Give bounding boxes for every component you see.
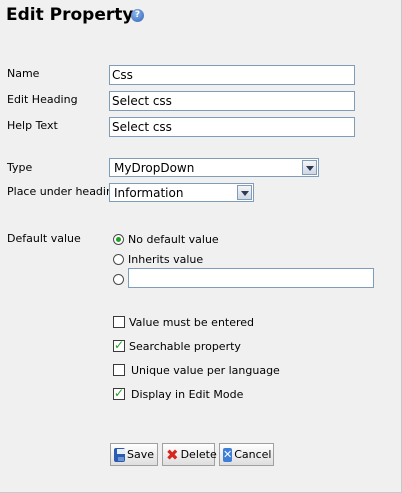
help-text-input[interactable]: Select css [109,117,355,137]
type-select-value: MyDropDown [114,161,195,175]
checkbox-searchable-label: Searchable property [129,340,241,353]
edit-heading-input[interactable]: Select css [109,91,355,111]
checkbox-display-edit-mode[interactable] [113,386,125,400]
edit-heading-label: Edit Heading [7,93,78,106]
cancel-button-label: Cancel [234,448,272,461]
help-icon[interactable]: ? [131,9,144,22]
radio-no-default-label: No default value [128,233,219,246]
radio-no-default[interactable] [113,234,124,245]
checkbox-unique-per-language-label: Unique value per language [131,364,280,377]
place-under-heading-select[interactable]: Information [109,183,254,202]
delete-button[interactable]: ✖ Delete [162,443,217,466]
cancel-button[interactable]: ✕ Cancel [219,443,274,466]
checkbox-required-label: Value must be entered [129,316,255,329]
checkbox-unique-per-language[interactable] [113,364,125,376]
save-button[interactable]: Save [110,443,158,466]
place-under-heading-value: Information [114,186,184,200]
save-icon [114,447,125,462]
delete-icon: ✖ [166,445,179,464]
default-value-label: Default value [7,232,81,245]
help-text-label: Help Text [7,119,58,132]
type-label: Type [7,161,33,174]
radio-inherits[interactable] [113,254,124,265]
chevron-down-icon[interactable] [237,185,252,200]
save-button-label: Save [126,448,154,461]
name-label: Name [7,67,40,80]
checkbox-searchable[interactable] [113,338,125,352]
edit-property-panel: Edit Property ? Name Css Edit Heading Se… [0,0,402,493]
checkbox-required[interactable] [113,316,125,328]
default-value-input[interactable] [128,268,374,288]
cancel-icon: ✕ [223,447,233,462]
radio-custom-value[interactable] [113,274,124,285]
place-under-heading-label: Place under heading [7,185,120,198]
checkbox-display-edit-mode-label: Display in Edit Mode [131,388,244,401]
radio-inherits-label: Inherits value [128,253,204,266]
page-title: Edit Property [6,5,134,25]
delete-button-label: Delete [180,448,217,461]
type-select[interactable]: MyDropDown [109,158,319,177]
name-input[interactable]: Css [109,65,355,85]
chevron-down-icon[interactable] [302,160,317,175]
